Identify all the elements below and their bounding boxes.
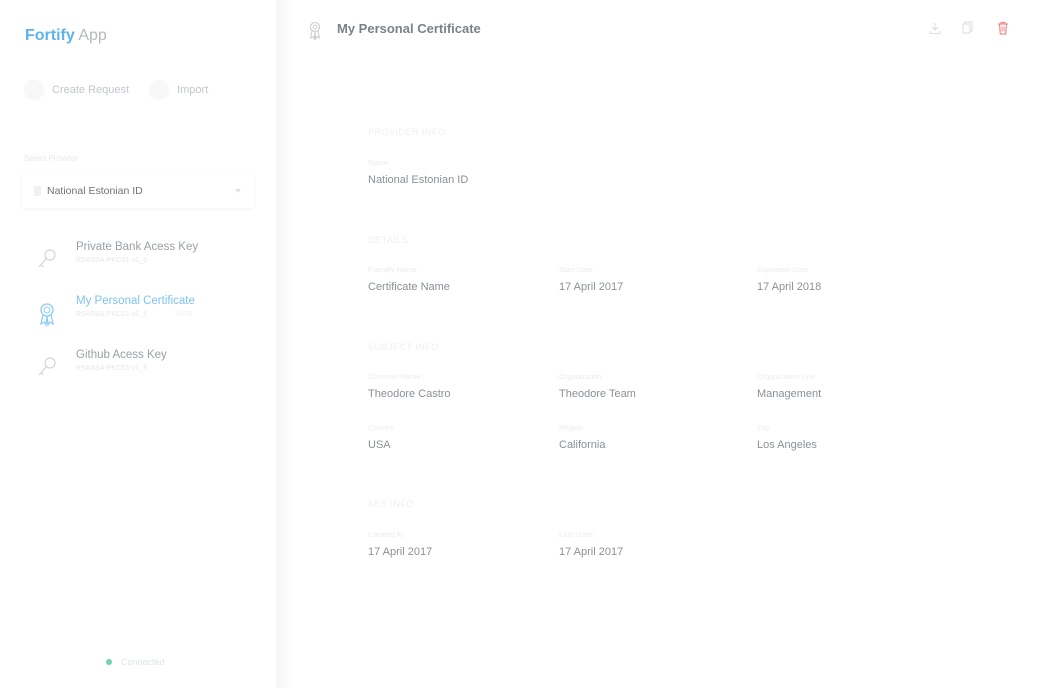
- sidebar-actions: Create Request Import: [24, 80, 208, 100]
- main-panel: My Personal Certificate PROVIDER INFO Na…: [296, 0, 1040, 688]
- field-label-organization: Organization: [559, 372, 602, 381]
- field-value-created-at: 17 April 2017: [368, 546, 433, 558]
- field-value-organization-unit: Management: [757, 388, 822, 400]
- key-title: Private Bank Acess Key: [76, 241, 199, 253]
- field-label-common-name: Common Name: [368, 372, 421, 381]
- sidebar: Fortify App Create Request Import Select…: [0, 0, 276, 688]
- field-value-last-used: 17 April 2017: [559, 546, 624, 558]
- field-label-region: Region: [559, 423, 583, 432]
- status-label: Connected: [121, 657, 165, 667]
- field-label-country: Country: [368, 423, 395, 432]
- certificate-icon: [309, 21, 321, 40]
- key-algorithm: RSASSA-PKCS1-v1_5: [76, 365, 148, 372]
- download-icon[interactable]: [927, 20, 943, 36]
- field-label-start-date: Start Date: [559, 265, 593, 274]
- key-icon: [38, 249, 56, 268]
- lock-icon: [34, 186, 41, 196]
- chevron-down-icon: [235, 189, 241, 193]
- provider-select-value: National Estonian ID: [47, 185, 143, 197]
- create-request-label: Create Request: [52, 84, 130, 96]
- create-request-button[interactable]: Create Request: [24, 80, 129, 100]
- field-value-country: USA: [368, 439, 391, 451]
- key-type-tag: X509: [176, 311, 193, 318]
- delete-icon[interactable]: [995, 20, 1011, 36]
- field-label-expiration-date: Expiration Date: [757, 265, 809, 274]
- copy-icon[interactable]: [959, 20, 975, 36]
- status-dot-icon: [106, 659, 112, 665]
- logo-app: App: [78, 27, 107, 44]
- field-label-friendly-name: Friendly Name: [368, 265, 417, 274]
- app-logo: Fortify App: [25, 27, 107, 45]
- key-algorithm: RSASSA-PKCS1-v1_5: [76, 257, 148, 264]
- key-list-item[interactable]: Github Acess Key RSASSA-PKCS1-v1_5: [22, 349, 254, 393]
- key-list-item[interactable]: Private Bank Acess Key RSASSA-PKCS1-v1_5: [22, 241, 254, 285]
- section-title-provider-info: PROVIDER INFO: [368, 127, 446, 137]
- field-value-start-date: 17 April 2017: [559, 281, 624, 293]
- field-label-name: Name: [368, 158, 389, 167]
- plus-icon: [24, 80, 44, 100]
- import-icon: [149, 80, 170, 100]
- import-button[interactable]: Import: [149, 80, 208, 100]
- logo-brand: Fortify: [25, 27, 75, 44]
- field-value-region: California: [559, 439, 606, 451]
- import-label: Import: [177, 84, 209, 96]
- field-label-city: City: [757, 423, 770, 432]
- certificate-icon: [40, 303, 54, 327]
- section-title-key-info: KEY INFO: [368, 499, 414, 509]
- field-label-organization-unit: Organization Unit: [757, 372, 815, 381]
- key-algorithm: RSASSA-PKCS1-v1_5: [76, 311, 148, 318]
- field-value-friendly-name: Certificate Name: [368, 281, 450, 293]
- page-title: My Personal Certificate: [337, 21, 481, 36]
- section-title-subject-info: SUBJECT INFO: [368, 342, 439, 352]
- key-list-item-active[interactable]: My Personal Certificate RSASSA-PKCS1-v1_…: [22, 295, 254, 339]
- connection-status: Connected: [106, 657, 165, 667]
- section-title-details: DETAILS: [368, 235, 409, 245]
- sidebar-divider: [276, 0, 296, 688]
- field-value-expiration-date: 17 April 2018: [757, 281, 822, 293]
- key-title: Github Acess Key: [76, 349, 167, 361]
- provider-select[interactable]: National Estonian ID: [22, 174, 254, 208]
- field-label-created-at: Created At: [368, 530, 404, 539]
- field-value-city: Los Angeles: [757, 439, 817, 451]
- field-value-common-name: Theodore Castro: [368, 388, 451, 400]
- field-value-name: National Estonian ID: [368, 174, 469, 186]
- field-label-last-used: Last Used: [559, 530, 593, 539]
- key-icon: [38, 357, 56, 376]
- field-value-organization: Theodore Team: [559, 388, 636, 400]
- provider-select-label: Select Provider: [24, 154, 79, 163]
- key-title: My Personal Certificate: [76, 295, 195, 307]
